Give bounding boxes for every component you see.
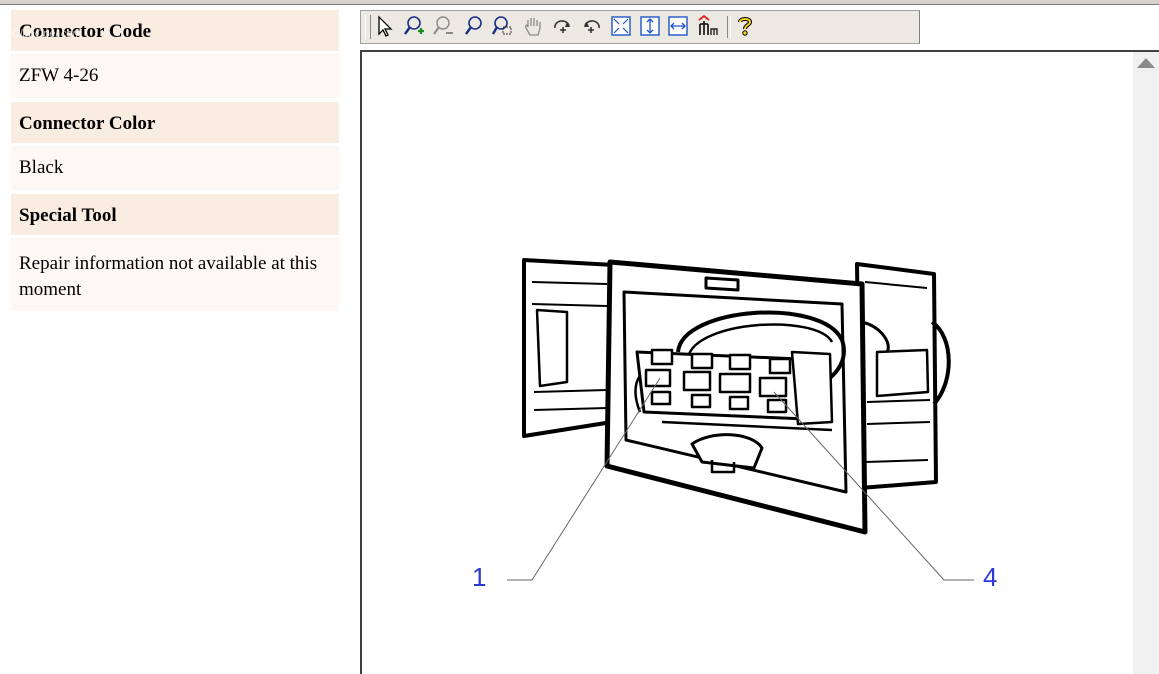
help-icon xyxy=(738,17,753,36)
tree-button[interactable] xyxy=(695,14,719,38)
connector-color-label: Connector Color xyxy=(11,102,339,143)
rotate-ccw-icon xyxy=(584,20,600,33)
vertical-scrollbar[interactable] xyxy=(1133,52,1159,674)
fit-width-icon xyxy=(668,16,688,36)
rotate-cw-button[interactable] xyxy=(551,14,575,38)
fit-all-button[interactable] xyxy=(609,14,633,38)
viewer-toolbar xyxy=(360,10,920,44)
fit-height-icon xyxy=(640,16,660,36)
diagram-viewer: 1 4 xyxy=(360,10,1159,674)
toolbar-grip[interactable] xyxy=(365,15,371,39)
zoom-region-button[interactable] xyxy=(490,14,514,38)
diagram-canvas[interactable]: 1 4 xyxy=(360,50,1159,674)
zoom-icon xyxy=(465,16,482,35)
special-tool-label: Special Tool xyxy=(11,194,339,235)
tree-icon xyxy=(698,15,718,35)
zoom-in-icon xyxy=(404,16,424,35)
select-tool-button[interactable] xyxy=(373,14,397,38)
zoom-in-button[interactable] xyxy=(402,14,426,38)
pan-button[interactable] xyxy=(521,14,545,38)
window-top-border xyxy=(0,0,1159,5)
pan-hand-icon xyxy=(525,18,541,36)
callout-4: 4 xyxy=(983,562,998,592)
toolbar-separator xyxy=(727,16,731,38)
connector-info-panel: Connector Code ZFW 4-26 Connector Color … xyxy=(11,10,339,315)
special-tool-value: Repair information not available at this… xyxy=(11,238,339,311)
callout-1: 1 xyxy=(472,562,487,592)
scroll-up-arrow-icon[interactable] xyxy=(1137,58,1155,68)
connector-illustration xyxy=(507,258,974,581)
fit-width-button[interactable] xyxy=(666,14,690,38)
connector-code-value: ZFW 4-26 xyxy=(11,54,339,98)
fit-all-icon xyxy=(611,16,631,36)
rotate-ccw-button[interactable] xyxy=(579,14,603,38)
watermark: ClubOpel.com xyxy=(12,28,82,40)
zoom-button[interactable] xyxy=(462,14,486,38)
zoom-out-button[interactable] xyxy=(431,14,455,38)
select-icon xyxy=(378,15,393,37)
fit-height-button[interactable] xyxy=(638,14,662,38)
rotate-cw-icon xyxy=(554,20,570,33)
connector-color-value: Black xyxy=(11,146,339,190)
zoom-region-icon xyxy=(491,16,512,35)
zoom-out-icon xyxy=(433,16,453,35)
help-button[interactable] xyxy=(733,14,757,38)
